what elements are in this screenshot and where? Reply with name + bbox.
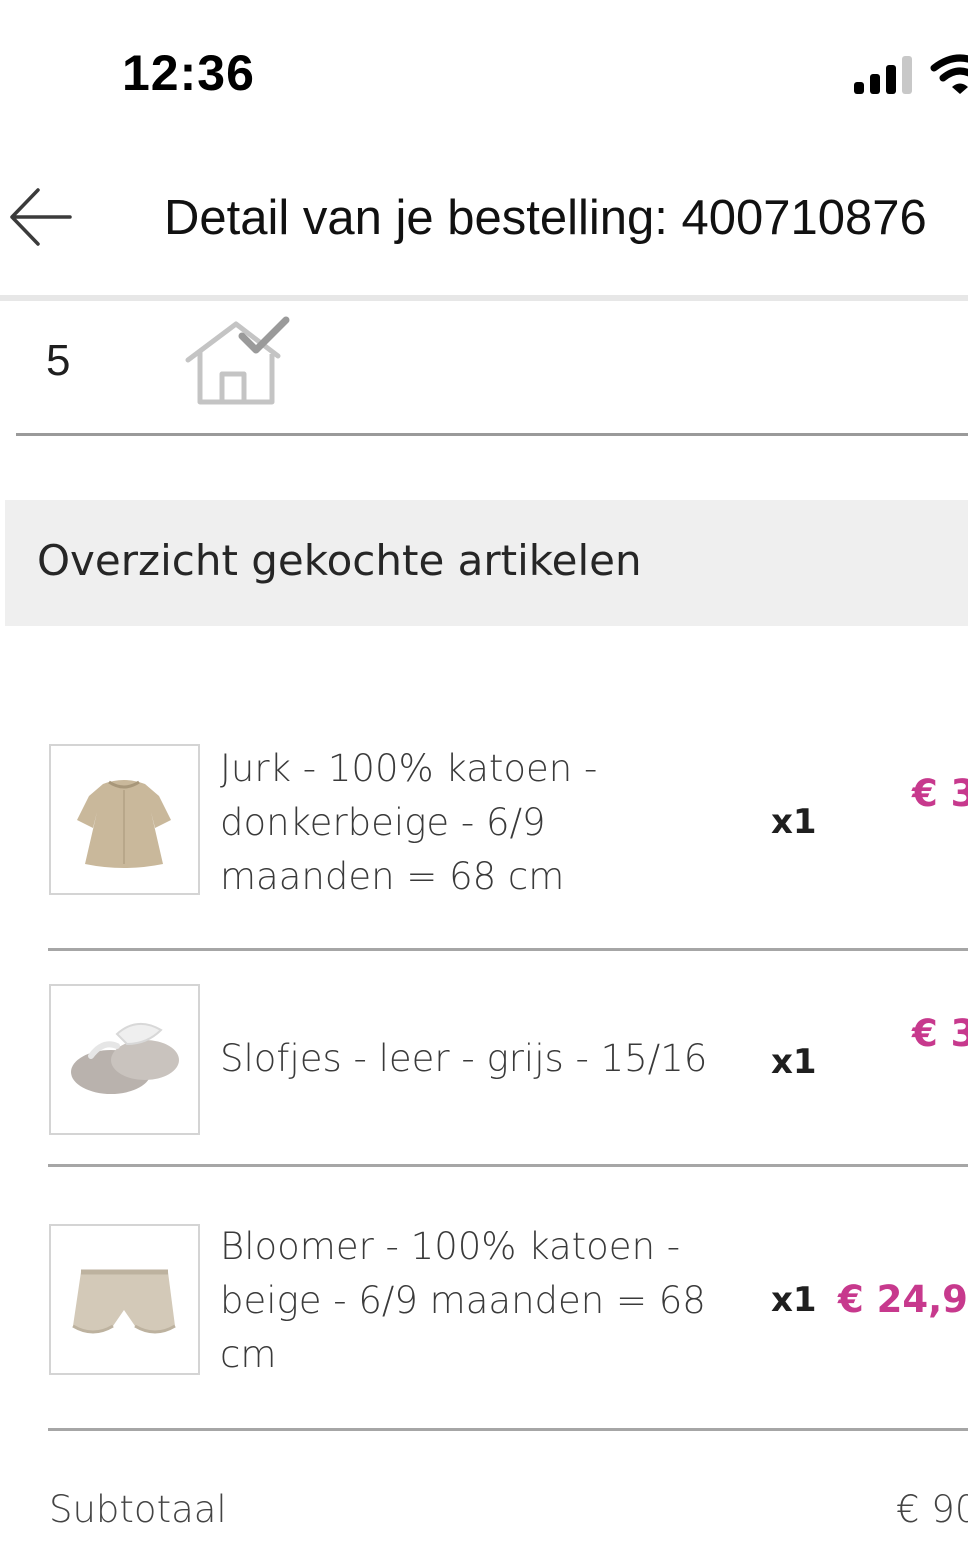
product-thumbnail-dress bbox=[49, 744, 200, 895]
section-title: Overzicht gekochte artikelen bbox=[37, 536, 642, 585]
item-name: Jurk - 100% katoen - donkerbeige - 6/9 m… bbox=[220, 747, 598, 898]
cellular-signal-icon bbox=[854, 56, 912, 94]
subtotal-value: € 90 bbox=[896, 1488, 968, 1531]
product-thumbnail-bloomer bbox=[49, 1224, 200, 1375]
item-quantity: x1 bbox=[771, 1280, 817, 1320]
wifi-icon bbox=[930, 54, 968, 94]
item-quantity: x1 bbox=[771, 802, 817, 842]
subtotal-label: Subtotaal bbox=[49, 1488, 227, 1531]
item-price: € 3 bbox=[912, 772, 968, 815]
page-title: Detail van je bestelling: 400710876 bbox=[164, 191, 927, 245]
product-thumbnail-slippers bbox=[49, 984, 200, 1135]
item-price: € 3 bbox=[912, 1012, 968, 1055]
section-header: Overzicht gekochte artikelen bbox=[5, 500, 968, 626]
order-item[interactable]: Jurk - 100% katoen - donkerbeige - 6/9 m… bbox=[0, 744, 968, 950]
header-divider bbox=[0, 295, 968, 301]
step-divider bbox=[16, 433, 968, 436]
bloomer-image bbox=[72, 1269, 176, 1334]
step-number: 5 bbox=[46, 336, 71, 385]
dress-image bbox=[77, 780, 171, 868]
house-check-icon bbox=[185, 316, 290, 405]
back-button[interactable] bbox=[4, 182, 76, 252]
item-price: € 24,90 bbox=[838, 1278, 968, 1321]
status-time: 12:36 bbox=[122, 45, 255, 101]
order-item[interactable]: Bloomer - 100% katoen - beige - 6/9 maan… bbox=[0, 1224, 968, 1430]
item-name: Bloomer - 100% katoen - beige - 6/9 maan… bbox=[220, 1225, 706, 1376]
item-quantity: x1 bbox=[771, 1042, 817, 1082]
item-divider bbox=[48, 1164, 968, 1167]
item-divider bbox=[48, 948, 968, 951]
item-divider bbox=[48, 1428, 968, 1431]
item-name: Slofjes - leer - grijs - 15/16 bbox=[220, 1037, 708, 1080]
arrow-left-icon bbox=[10, 188, 72, 246]
slippers-image bbox=[71, 1023, 179, 1094]
order-detail-screen: 12:36 Detail van je bestelling: 40071087… bbox=[0, 0, 968, 1559]
order-item[interactable]: Slofjes - leer - grijs - 15/16 x1 € 3 bbox=[0, 984, 968, 1168]
